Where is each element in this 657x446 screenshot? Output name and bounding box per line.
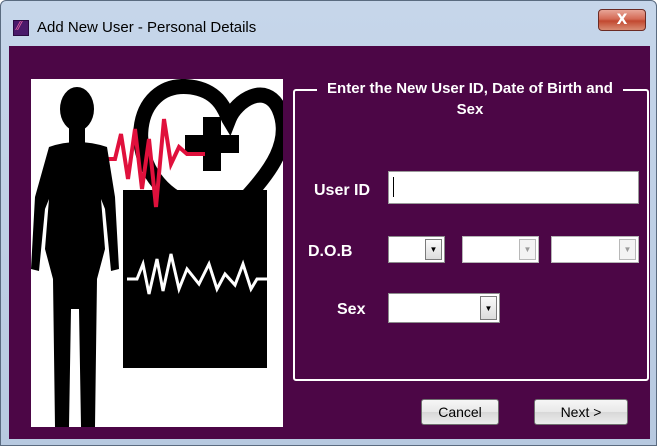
add-user-dialog: // Add New User - Personal Details X Ent… [0, 0, 657, 446]
chevron-down-icon[interactable]: ▼ [619, 239, 636, 260]
user-id-label: User ID [314, 182, 371, 199]
window-title: Add New User - Personal Details [37, 19, 257, 36]
text-caret [393, 177, 394, 197]
cancel-button[interactable]: Cancel [421, 399, 499, 425]
user-id-input[interactable] [388, 171, 639, 204]
health-illustration [31, 79, 283, 427]
chevron-down-icon[interactable]: ▼ [425, 239, 442, 260]
chevron-down-icon[interactable]: ▼ [480, 296, 497, 320]
dob-month-select[interactable]: ▼ [462, 236, 539, 263]
dialog-body: Enter the New User ID, Date of Birth and… [9, 46, 650, 439]
close-button[interactable]: X [598, 9, 646, 31]
sex-label: Sex [337, 301, 366, 318]
next-button[interactable]: Next > [534, 399, 628, 425]
app-logo-icon: // [13, 19, 29, 36]
title-bar: // Add New User - Personal Details X [1, 1, 656, 45]
dob-day-select[interactable]: ▼ [388, 236, 445, 263]
chevron-down-icon[interactable]: ▼ [519, 239, 536, 260]
sex-select[interactable]: ▼ [388, 293, 500, 323]
user-details-group: Enter the New User ID, Date of Birth and… [293, 78, 649, 381]
dob-year-select[interactable]: ▼ [551, 236, 639, 263]
group-title: Enter the New User ID, Date of Birth and… [317, 78, 623, 120]
dob-label: D.O.B [308, 243, 353, 260]
woman-silhouette [31, 87, 119, 427]
